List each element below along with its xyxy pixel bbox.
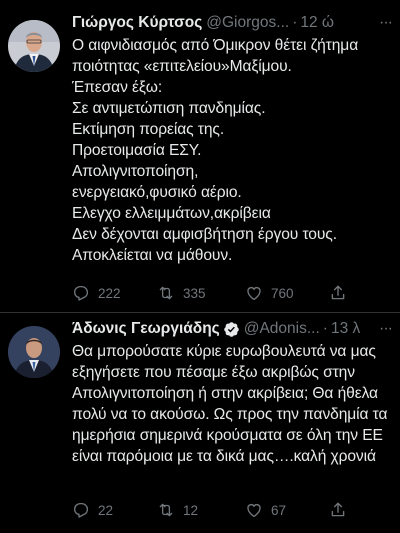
retweet-count: 12 xyxy=(183,502,199,518)
author-name[interactable]: Άδωνις Γεωργιάδης xyxy=(72,320,220,338)
tweet-text: Ο αιφνιδιασμός από Όμικρον θέτει ζήτημα … xyxy=(72,37,359,264)
separator-dot: · xyxy=(322,320,328,337)
like-count: 67 xyxy=(271,502,287,518)
share-button[interactable] xyxy=(329,284,355,302)
retweet-icon xyxy=(159,503,173,517)
share-icon xyxy=(331,502,345,517)
retweet-count: 335 xyxy=(183,285,206,301)
retweet-icon xyxy=(159,286,173,300)
more-options-icon[interactable]: ··· xyxy=(375,14,393,32)
retweet-button[interactable]: 335 xyxy=(157,284,245,302)
tweet-text: Θα μπορούσατε κύριε ευρωβουλευτά να μας … xyxy=(72,343,388,465)
tweet-header: Γιώργος Κύρτσος @Giorgos... · 12 ώ ··· xyxy=(72,12,393,34)
reply-count: 222 xyxy=(98,285,121,301)
tweet-actions: 22 12 67 xyxy=(72,500,372,520)
like-button[interactable]: 760 xyxy=(245,284,329,302)
divider xyxy=(0,312,400,313)
author-handle[interactable]: @Giorgos... xyxy=(206,14,289,32)
avatar[interactable] xyxy=(8,20,60,72)
separator-dot: · xyxy=(292,14,298,31)
avatar[interactable] xyxy=(8,326,60,378)
verified-badge-icon xyxy=(223,321,239,337)
like-button[interactable]: 67 xyxy=(245,501,329,519)
heart-icon xyxy=(247,504,261,518)
timestamp[interactable]: 13 λ xyxy=(331,320,360,338)
reply-icon xyxy=(73,502,89,518)
author-name[interactable]: Γιώργος Κύρτσος xyxy=(72,14,202,32)
retweet-button[interactable]: 12 xyxy=(157,501,245,519)
reply-button[interactable]: 222 xyxy=(72,284,157,302)
timestamp[interactable]: 12 ώ xyxy=(300,14,334,32)
like-count: 760 xyxy=(271,285,294,301)
tweet-actions: 222 335 760 xyxy=(72,283,372,303)
heart-icon xyxy=(247,287,261,301)
author-handle[interactable]: @Adonis... xyxy=(244,320,320,338)
reply-count: 22 xyxy=(98,502,114,518)
more-options-icon[interactable]: ··· xyxy=(375,320,393,338)
reply-icon xyxy=(73,285,89,301)
share-button[interactable] xyxy=(329,501,355,519)
reply-button[interactable]: 22 xyxy=(72,501,157,519)
tweet-header: Άδωνις Γεωργιάδης @Adonis... · 13 λ ··· xyxy=(72,318,393,340)
share-icon xyxy=(331,285,345,300)
